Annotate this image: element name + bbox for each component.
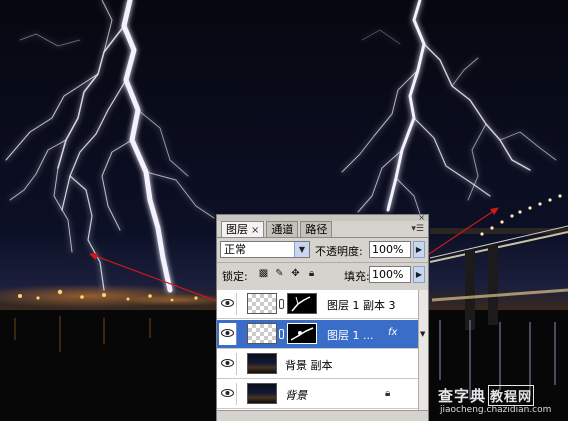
lock-all-icon[interactable]: 🔒︎ — [306, 268, 317, 279]
lock-image-pixels-icon[interactable]: ✎ — [274, 268, 285, 279]
blend-mode-select[interactable]: 正常 ▼ — [220, 241, 310, 258]
tab-divider — [217, 237, 428, 238]
scroll-down-arrow-icon[interactable]: ▼ — [420, 330, 425, 338]
layer-lock-icon: 🔒︎ — [385, 388, 391, 399]
watermark-logo: 查字典 教程网 jiaocheng.chazidian.com — [438, 385, 566, 419]
opacity-input[interactable]: 100% — [369, 241, 411, 258]
layer-list-scrollbar[interactable]: ▼ — [418, 290, 428, 410]
close-panel-icon[interactable]: × — [418, 214, 425, 222]
opacity-slider-arrow-icon[interactable]: ▶ — [413, 241, 425, 258]
tab-paths[interactable]: 路径 — [300, 221, 333, 237]
layer-list: 图层 1 副本 3 图层 1 ... fx 背景 副本 背景 🔒︎ — [217, 290, 418, 410]
tab-paths-label: 路径 — [305, 223, 328, 236]
divider — [217, 262, 428, 263]
layers-panel: × 图层 × 通道 路径 ▾☰ 正常 ▼ 不透明度: 100% ▶ 锁定: ▩ ✎… — [216, 214, 429, 421]
panel-bottom-bar — [217, 410, 428, 421]
layer-row[interactable]: 背景 🔒︎ — [217, 380, 418, 409]
panel-tabs: 图层 × 通道 路径 — [221, 221, 334, 238]
tab-layers[interactable]: 图层 × — [221, 221, 265, 238]
chevron-down-icon[interactable]: ▼ — [294, 242, 309, 257]
opacity-label: 不透明度: — [315, 245, 363, 258]
link-chain-icon[interactable] — [279, 329, 284, 339]
blend-mode-value: 正常 — [224, 243, 246, 256]
tab-channels-label: 通道 — [271, 223, 294, 236]
watermark-url: jiaocheng.chazidian.com — [440, 405, 552, 415]
layer-mask-thumbnail[interactable] — [287, 323, 317, 344]
visibility-eye-icon[interactable] — [219, 293, 237, 315]
layer-row[interactable]: 背景 副本 — [217, 350, 418, 379]
lock-fill-row: 锁定: ▩ ✎ ✥ 🔒︎ 填充: 100% ▶ — [220, 265, 425, 285]
link-chain-icon[interactable] — [279, 299, 284, 309]
watermark-main: 查字典 — [438, 387, 487, 405]
layer-name[interactable]: 图层 1 副本 3 — [327, 297, 396, 313]
lock-label: 锁定: — [222, 270, 248, 283]
layer-name[interactable]: 图层 1 ... — [327, 327, 373, 343]
lock-position-icon[interactable]: ✥ — [290, 268, 301, 279]
lock-transparent-pixels-icon[interactable]: ▩ — [258, 268, 269, 279]
fill-input[interactable]: 100% — [369, 266, 411, 283]
tab-channels[interactable]: 通道 — [266, 221, 299, 237]
blend-opacity-row: 正常 ▼ 不透明度: 100% ▶ — [220, 240, 425, 260]
layer-mask-thumbnail[interactable] — [287, 293, 317, 314]
layer-thumbnail[interactable] — [247, 353, 277, 374]
fill-slider-arrow-icon[interactable]: ▶ — [413, 266, 425, 283]
visibility-eye-icon[interactable] — [219, 353, 237, 375]
layer-row-selected[interactable]: 图层 1 ... fx — [217, 320, 418, 349]
layer-name[interactable]: 背景 副本 — [285, 357, 333, 373]
panel-menu-icon[interactable]: ▾☰ — [411, 224, 424, 234]
tab-layers-label: 图层 — [226, 223, 248, 236]
visibility-eye-icon[interactable] — [219, 323, 237, 345]
tab-close-icon[interactable]: × — [251, 225, 259, 236]
layer-effects-fx-icon[interactable]: fx — [388, 327, 397, 338]
fill-label: 填充: — [344, 270, 370, 283]
layer-row[interactable]: 图层 1 副本 3 — [217, 290, 418, 319]
layer-thumbnail[interactable] — [247, 383, 277, 404]
watermark-box: 教程网 — [488, 385, 535, 406]
layer-thumbnail[interactable] — [247, 323, 277, 344]
layer-thumbnail[interactable] — [247, 293, 277, 314]
watermark-title: 查字典 教程网 — [438, 385, 535, 406]
layer-name[interactable]: 背景 — [285, 387, 307, 403]
visibility-eye-icon[interactable] — [219, 383, 237, 405]
